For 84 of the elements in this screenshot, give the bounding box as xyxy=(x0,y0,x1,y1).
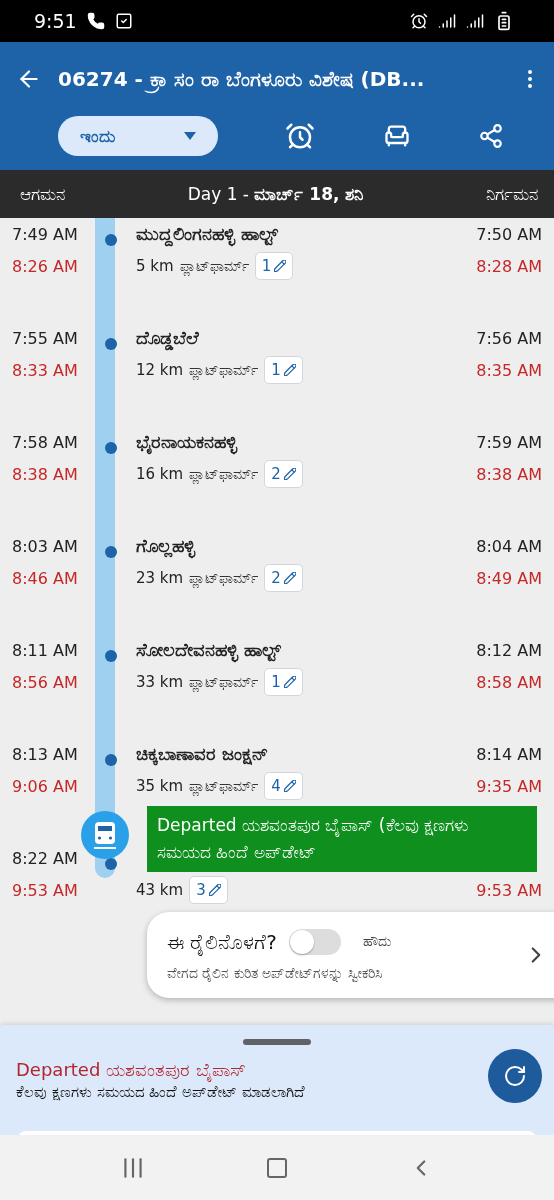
phone-icon xyxy=(86,12,105,30)
signal-icon xyxy=(438,12,456,30)
actual-departure-time: 8:49 AM xyxy=(475,568,543,588)
actual-arrival-time: 8:38 AM xyxy=(11,464,79,484)
status-time: 9:51 xyxy=(34,10,77,32)
actual-departure-time: 8:58 AM xyxy=(475,672,543,692)
station-name[interactable]: ಭೈರನಾಯಕನಹಳ್ಳಿ xyxy=(126,431,434,453)
actual-arrival-time: 8:46 AM xyxy=(11,568,79,588)
platform-button[interactable]: 2 xyxy=(264,460,303,488)
onboard-question: ಈ ರೈಲಿನೊಳಗೆ? xyxy=(167,929,277,954)
date-selector[interactable]: ಇಂದು xyxy=(58,116,218,156)
signal-icon xyxy=(466,12,484,30)
distance: 5 km xyxy=(136,257,174,275)
pencil-icon xyxy=(274,260,287,272)
platform-label: ಪ್ಲಾಟ್‌ಫಾರ್ಮ್ xyxy=(189,673,259,691)
arrival-time: 7:55 AM xyxy=(11,328,79,348)
platform-label: ಪ್ಲಾಟ್‌ಫಾರ್ಮ್ xyxy=(189,361,259,379)
platform-button[interactable]: 3 xyxy=(189,876,228,904)
departure-label: ನಿರ್ಗಮನ xyxy=(486,184,538,204)
alarm-icon[interactable] xyxy=(285,121,316,151)
actual-arrival-time: 8:26 AM xyxy=(11,256,79,276)
live-status: Departed ಯಶವಂತಪುರ ಬೈಪಾಸ್ xyxy=(16,1059,247,1081)
pencil-icon xyxy=(283,780,296,792)
pencil-icon xyxy=(283,364,296,376)
arrival-time: 7:49 AM xyxy=(11,224,79,244)
caret-icon xyxy=(184,132,196,140)
pencil-icon xyxy=(283,468,296,480)
actual-departure-time: 8:28 AM xyxy=(475,256,543,276)
yes-label: ಹೌದು xyxy=(363,933,391,950)
live-status-tooltip: Departed ಯಶವಂತಪುರ ಬೈಪಾಸ್ (ಕೆಲವು ಕ್ಷಣಗಳು ಸಮಯದ ಹಿಂದೆ ಅಪ್‌ಡೇಟ್ xyxy=(147,806,537,872)
actual-departure-time: 9:35 AM xyxy=(475,776,543,796)
actual-arrival-time: 8:33 AM xyxy=(11,360,79,380)
platform-label: ಪ್ಲಾಟ್‌ಫಾರ್ಮ್ xyxy=(179,257,249,275)
day-date: Day 1 - ಮಾರ್ಚ್ 18, ಶನಿ xyxy=(187,184,364,204)
actual-departure-time: 9:53 AM xyxy=(475,880,543,900)
departure-time: 7:59 AM xyxy=(475,432,543,452)
platform-button[interactable]: 1 xyxy=(264,356,303,384)
arrival-time: 8:03 AM xyxy=(11,536,79,556)
refresh-button[interactable] xyxy=(488,1049,542,1103)
refresh-icon xyxy=(503,1064,527,1088)
departure-time: 8:04 AM xyxy=(475,536,543,556)
distance: 12 km xyxy=(136,361,184,379)
departure-time: 8:12 AM xyxy=(475,640,543,660)
platform-button[interactable]: 4 xyxy=(264,772,303,800)
station-name[interactable]: ಸೋಲದೇವನಹಳ್ಳಿ ಹಾಲ್ಟ್ xyxy=(126,639,434,661)
pencil-icon xyxy=(208,884,221,896)
actual-arrival-time: 9:53 AM xyxy=(11,880,79,900)
onboard-subtitle: ವೇಗದ ರೈಲಿನ ಕುರಿತ ಅಪ್‌ಡೇಟ್‌ಗಳನ್ನು ಸ್ವೀಕರಿಸಿ xyxy=(167,964,383,982)
actual-arrival-time: 8:56 AM xyxy=(11,672,79,692)
departure-time: 7:56 AM xyxy=(475,328,543,348)
departure-time: 7:50 AM xyxy=(475,224,543,244)
arrival-time: 8:22 AM xyxy=(11,848,79,868)
arrival-time: 8:13 AM xyxy=(11,744,79,764)
distance: 23 km xyxy=(136,569,184,587)
distance: 16 km xyxy=(136,465,184,483)
actual-arrival-time: 9:06 AM xyxy=(11,776,79,796)
actual-departure-time: 8:35 AM xyxy=(475,360,543,380)
platform-button[interactable]: 1 xyxy=(264,668,303,696)
distance: 33 km xyxy=(136,673,184,691)
alarm-icon xyxy=(410,12,428,30)
platform-label: ಪ್ಲಾಟ್‌ಫಾರ್ಮ್ xyxy=(189,569,259,587)
station-name[interactable]: ಮುದ್ದಲಿಂಗನಹಳ್ಳಿ ಹಾಲ್ಟ್ xyxy=(126,223,434,245)
distance: 43 km xyxy=(136,881,184,899)
drag-handle[interactable] xyxy=(243,1039,311,1045)
actual-departure-time: 8:38 AM xyxy=(475,464,543,484)
platform-button[interactable]: 2 xyxy=(264,564,303,592)
arrival-time: 7:58 AM xyxy=(11,432,79,452)
share-icon[interactable] xyxy=(478,123,504,149)
pencil-icon xyxy=(283,572,296,584)
station-name[interactable]: ಚಿಕ್ಕಬಾಣಾವರ ಜಂಕ್ಷನ್ xyxy=(126,743,434,765)
platform-button[interactable]: 1 xyxy=(254,252,294,280)
arrival-time: 8:11 AM xyxy=(11,640,79,660)
station-name[interactable]: ದೊಡ್ಡಬೆಲೆ xyxy=(126,327,434,349)
arrival-label: ಆಗಮನ xyxy=(20,184,65,204)
departure-time: 8:14 AM xyxy=(475,744,543,764)
pencil-icon xyxy=(283,676,296,688)
home-icon[interactable] xyxy=(265,1155,289,1180)
checkbox-icon xyxy=(114,12,133,30)
distance: 35 km xyxy=(136,777,184,795)
platform-label: ಪ್ಲಾಟ್‌ಫಾರ್ಮ್ xyxy=(189,777,259,795)
station-name[interactable]: ಗೊಲ್ಲಹಳ್ಳಿ xyxy=(126,535,434,557)
update-time: ಕೆಲವು ಕ್ಷಣಗಳು ಸಮಯದ ಹಿಂದೆ ಅಪ್‌ಡೇಟ್ ಮಾಡಲಾಗಿದೆ xyxy=(16,1083,306,1101)
platform-label: ಪ್ಲಾಟ್‌ಫಾರ್ಮ್ xyxy=(189,465,259,483)
onboard-toggle[interactable] xyxy=(289,928,341,955)
